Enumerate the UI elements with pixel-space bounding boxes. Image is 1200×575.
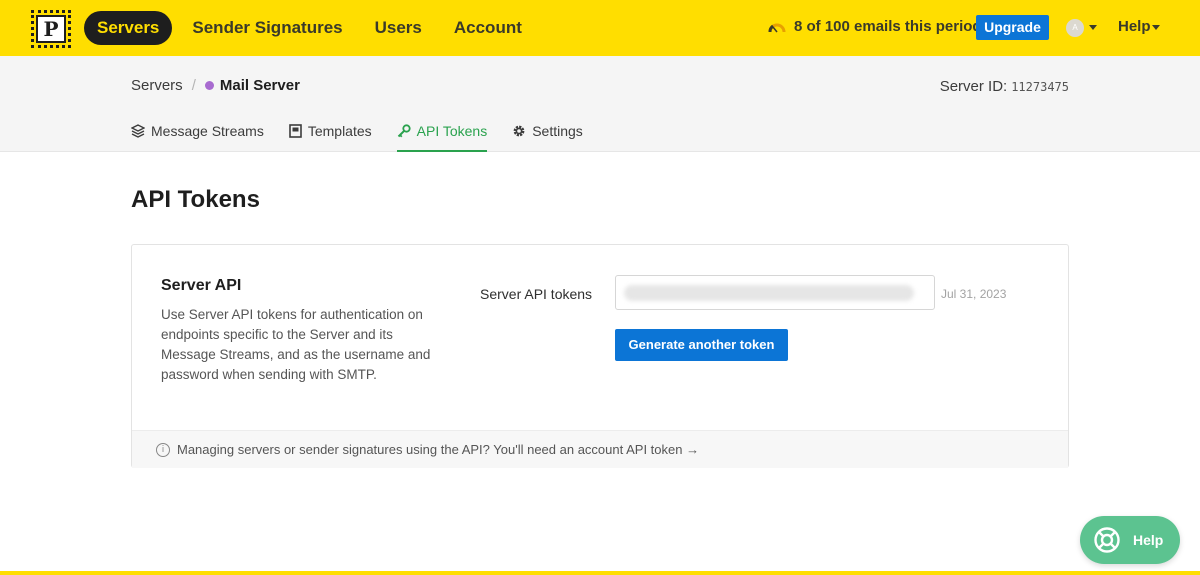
tab-label: Templates <box>307 123 372 139</box>
tab-message-streams[interactable]: Message Streams <box>131 116 264 152</box>
nav-account[interactable]: Account <box>438 11 538 45</box>
avatar[interactable]: A <box>1066 19 1084 37</box>
generate-another-token-button[interactable]: Generate another token <box>615 329 788 361</box>
server-api-token-field[interactable] <box>615 275 935 310</box>
tab-label: API Tokens <box>416 123 488 139</box>
nav-sender-signatures[interactable]: Sender Signatures <box>176 11 358 45</box>
gear-icon <box>513 125 525 137</box>
account-api-token-link[interactable]: i Managing servers or sender signatures … <box>132 430 1068 468</box>
breadcrumb-separator: / <box>191 77 196 94</box>
bottom-brand-stripe <box>0 571 1200 575</box>
help-chevron-down-icon[interactable] <box>1152 25 1160 30</box>
key-icon <box>397 124 411 138</box>
tab-settings[interactable]: Settings <box>512 116 583 152</box>
nav-servers[interactable]: Servers <box>84 11 173 45</box>
help-menu-label: Help <box>1118 18 1151 35</box>
layers-icon <box>131 124 145 138</box>
avatar-chevron-down-icon[interactable] <box>1089 25 1097 30</box>
usage-indicator[interactable]: 8 of 100 emails this period <box>768 18 982 35</box>
server-id-label: Server ID: <box>939 78 1008 95</box>
help-menu[interactable]: Help <box>1118 18 1151 35</box>
server-subheader: Servers / Mail Server Server ID: 11273475… <box>0 56 1200 152</box>
server-api-card: Server API Use Server API tokens for aut… <box>131 244 1069 468</box>
tab-templates[interactable]: Templates <box>289 116 372 152</box>
card-title: Server API <box>161 277 242 294</box>
card-description: Use Server API tokens for authentication… <box>161 307 431 382</box>
gauge-icon <box>768 23 786 32</box>
redacted-token-value <box>624 285 914 301</box>
info-icon: i <box>156 442 170 457</box>
breadcrumb-servers-link[interactable]: Servers <box>131 77 183 94</box>
help-fab-label: Help <box>1133 532 1164 548</box>
footer-text: Managing servers or sender signatures us… <box>177 442 700 457</box>
help-chat-button[interactable]: Help <box>1080 516 1180 564</box>
nav-users[interactable]: Users <box>359 11 438 45</box>
usage-text: 8 of 100 emails this period <box>794 18 982 35</box>
breadcrumb-current-server[interactable]: Mail Server <box>220 77 300 94</box>
server-tabs: Message Streams Templates API Tokens Set… <box>131 116 608 152</box>
lifebuoy-icon <box>1094 527 1120 553</box>
tab-label: Message Streams <box>151 123 264 139</box>
top-navigation-bar: P Servers Sender Signatures Users Accoun… <box>0 0 1200 56</box>
server-id-value: 11273475 <box>1011 80 1069 94</box>
tab-label: Settings <box>532 123 583 139</box>
postmark-logo[interactable]: P <box>31 10 71 48</box>
server-color-dot <box>204 81 214 90</box>
token-created-date: Jul 31, 2023 <box>941 287 1007 301</box>
upgrade-button[interactable]: Upgrade <box>976 15 1049 40</box>
main-nav: Servers Sender Signatures Users Account <box>84 11 538 45</box>
page-title: API Tokens <box>131 186 260 213</box>
server-id: Server ID: 11273475 <box>940 78 1069 95</box>
logo-letter: P <box>36 15 66 43</box>
server-api-tokens-label: Server API tokens <box>480 286 593 302</box>
breadcrumb: Servers / Mail Server <box>131 77 300 94</box>
template-icon <box>289 124 302 138</box>
tab-api-tokens[interactable]: API Tokens <box>396 116 488 152</box>
